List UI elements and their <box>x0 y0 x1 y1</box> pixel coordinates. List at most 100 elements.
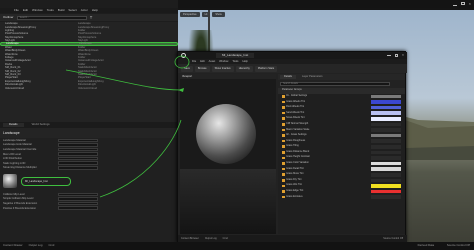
parameter-value-swatch[interactable] <box>371 172 401 177</box>
parameter-value-swatch[interactable] <box>371 128 401 132</box>
menu-window[interactable]: Window <box>219 60 228 63</box>
maximize-icon[interactable] <box>461 1 465 6</box>
override-checkbox[interactable] <box>282 162 285 165</box>
menu-edit[interactable]: Edit <box>23 8 28 13</box>
override-checkbox[interactable] <box>282 179 285 182</box>
menu-tools[interactable]: Tools <box>47 8 54 13</box>
tree-row[interactable]: VolumetricCloud VolumetricCloud <box>0 86 178 90</box>
property-value[interactable] <box>58 192 98 197</box>
parameter-value-swatch[interactable] <box>371 100 401 104</box>
material-value-field[interactable]: MI_Landscape_Inst <box>21 176 71 186</box>
browse-button[interactable]: Browse <box>194 65 210 72</box>
override-checkbox[interactable] <box>282 106 285 109</box>
override-checkbox[interactable] <box>282 195 285 199</box>
parameter-value-swatch[interactable] <box>371 116 401 121</box>
override-checkbox[interactable] <box>282 95 285 98</box>
parameter-value-swatch[interactable] <box>371 184 401 188</box>
content-browser-button[interactable]: Content Browser <box>181 237 199 241</box>
output-log-button[interactable]: Output Log <box>205 237 217 241</box>
property-value[interactable] <box>58 197 98 201</box>
source-control-status[interactable]: Source Control Off <box>383 237 403 241</box>
menu-tools[interactable]: Tools <box>232 60 238 63</box>
parameter-value-swatch[interactable] <box>371 178 401 183</box>
override-checkbox[interactable] <box>282 156 285 160</box>
property-value[interactable] <box>58 156 98 161</box>
override-checkbox[interactable] <box>282 173 285 176</box>
minimize-icon[interactable] <box>387 55 391 56</box>
property-value[interactable] <box>58 166 98 170</box>
source-control-status[interactable]: Source Control Off <box>447 243 470 247</box>
property-value[interactable] <box>58 161 98 166</box>
menu-file[interactable]: File <box>192 60 196 63</box>
parameter-value-swatch[interactable] <box>371 111 401 115</box>
params-search-input[interactable]: Search Details <box>280 82 390 86</box>
override-checkbox[interactable] <box>282 117 285 121</box>
parameter-value-swatch[interactable] <box>371 161 401 166</box>
override-checkbox[interactable] <box>282 167 285 171</box>
menu-file[interactable]: File <box>14 8 19 13</box>
tab-details[interactable]: Details <box>3 123 24 128</box>
tab-world-settings[interactable]: World Settings <box>26 123 56 127</box>
parameter-row[interactable]: Grass Emissive <box>278 194 405 200</box>
menu-asset[interactable]: Asset <box>209 60 216 63</box>
override-checkbox[interactable] <box>282 111 285 115</box>
parameter-list[interactable]: Parameter Groups 01 - Global Settings Gra… <box>278 88 405 234</box>
parameter-value-swatch[interactable] <box>371 195 401 199</box>
tab-details[interactable]: Details <box>280 74 296 80</box>
cmd-input[interactable]: Cmd <box>48 243 54 247</box>
filter-icon[interactable] <box>89 16 93 19</box>
minimize-icon[interactable] <box>453 4 458 6</box>
property-value[interactable] <box>58 143 98 147</box>
material-thumbnail[interactable] <box>3 174 17 189</box>
parameter-value-swatch[interactable] <box>371 150 401 155</box>
outliner-search-input[interactable]: Search... <box>16 15 87 20</box>
override-checkbox[interactable] <box>282 184 285 188</box>
override-checkbox[interactable] <box>282 190 285 193</box>
tab-viewport[interactable]: Viewport <box>182 75 192 78</box>
parameter-value-swatch[interactable] <box>371 139 401 143</box>
parameter-value-swatch[interactable] <box>371 156 401 160</box>
cmd-input[interactable]: Cmd <box>223 237 228 241</box>
menu-select[interactable]: Select <box>68 8 76 13</box>
override-checkbox[interactable] <box>282 123 285 126</box>
override-checkbox[interactable] <box>282 100 285 104</box>
maximize-icon[interactable] <box>394 54 398 57</box>
parameter-value-swatch[interactable] <box>371 122 401 127</box>
menu-actor[interactable]: Actor <box>81 8 88 13</box>
output-log-button[interactable]: Output Log <box>29 243 43 247</box>
override-checkbox[interactable] <box>282 151 285 154</box>
property-value[interactable] <box>58 138 98 143</box>
override-checkbox[interactable] <box>282 145 285 149</box>
property-value[interactable] <box>58 201 98 206</box>
menu-help[interactable]: Help <box>92 8 98 13</box>
menu-help[interactable]: Help <box>242 60 247 63</box>
material-preview-viewport[interactable]: Viewport <box>180 74 276 234</box>
parameter-value-swatch[interactable] <box>371 144 401 149</box>
save-button[interactable]: Save <box>181 65 193 72</box>
outliner-tree[interactable]: Landscape Landscape LandscapeStreamingPro… <box>0 22 178 122</box>
content-drawer-button[interactable]: Content Drawer <box>3 243 23 247</box>
menu-build[interactable]: Build <box>58 8 65 13</box>
property-value[interactable] <box>58 206 98 211</box>
close-icon[interactable]: × <box>402 53 404 58</box>
override-checkbox[interactable] <box>282 134 285 137</box>
menu-edit[interactable]: Edit <box>200 60 204 63</box>
property-value[interactable] <box>58 147 98 152</box>
override-checkbox[interactable] <box>282 139 285 143</box>
menu-window[interactable]: Window <box>32 8 43 13</box>
parameter-value-swatch[interactable] <box>371 133 401 138</box>
parameter-value-swatch[interactable] <box>371 167 401 171</box>
override-checkbox[interactable] <box>282 128 285 132</box>
tab-layer-parameters[interactable]: Layer Parameters <box>298 75 327 79</box>
platform-stats-button[interactable]: Platform Stats <box>254 65 278 72</box>
parameter-value-swatch[interactable] <box>371 105 401 110</box>
show-inactive-button[interactable]: Show Inactive <box>211 65 234 72</box>
close-icon[interactable]: × <box>469 1 471 6</box>
viewport-show-button[interactable]: Show <box>212 12 225 18</box>
property-value[interactable] <box>58 152 98 156</box>
derived-data-status[interactable]: Derived Data <box>418 243 434 247</box>
parameter-value-swatch[interactable] <box>371 94 401 99</box>
viewport-perspective-button[interactable]: Perspective <box>180 12 200 18</box>
hierarchy-button[interactable]: Hierarchy <box>235 65 253 72</box>
parameter-value-swatch[interactable] <box>371 189 401 194</box>
